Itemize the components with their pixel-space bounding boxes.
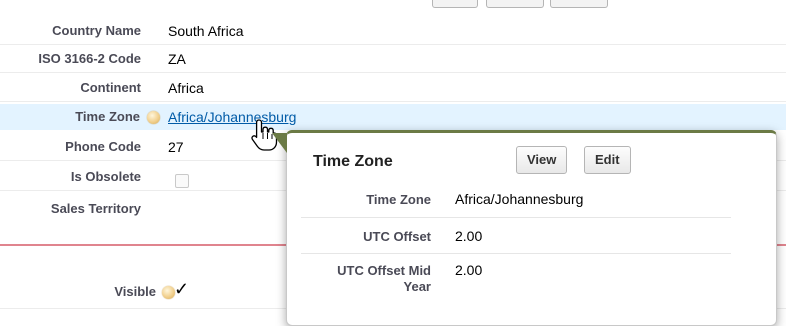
popup-field-label: Time Zone [366, 192, 431, 207]
field-value: South Africa [168, 23, 244, 39]
field-label: ISO 3166-2 Code [38, 51, 141, 66]
field-value: ZA [168, 51, 186, 67]
time-zone-hover-popup: Time Zone View Edit Time Zone Africa/Joh… [272, 130, 777, 326]
popup-title: Time Zone [313, 153, 393, 170]
field-label: Time Zone [75, 109, 140, 124]
popup-pointer [272, 133, 287, 153]
divider [301, 253, 731, 254]
divider [0, 101, 786, 102]
field-row-continent: Continent Africa [0, 75, 786, 101]
field-label: Is Obsolete [70, 169, 141, 184]
field-value: Africa [168, 80, 204, 96]
popup-field-value: 2.00 [455, 228, 483, 244]
field-value: 27 [168, 139, 184, 155]
top-button[interactable] [432, 0, 478, 8]
divider [0, 72, 786, 73]
field-row-time-zone: Time Zone Africa/Johannesburg [0, 104, 786, 130]
field-label: Country Name [52, 23, 141, 38]
popup-field-label: UTC Offset Mid Year [337, 263, 431, 294]
field-label: Visible [114, 284, 156, 299]
view-button[interactable]: View [516, 146, 568, 174]
field-row-country-name: Country Name South Africa [0, 18, 786, 44]
field-label: Sales Territory [50, 201, 141, 216]
field-label: Continent [80, 80, 141, 95]
popup-field-value: 2.00 [455, 262, 483, 278]
field-label: Phone Code [65, 139, 141, 154]
divider [301, 217, 731, 218]
is-obsolete-checkbox [175, 174, 189, 188]
top-button[interactable] [550, 0, 608, 8]
popup-field-value: Africa/Johannesburg [455, 191, 584, 207]
popup-field-label: UTC Offset [363, 229, 431, 244]
divider [0, 44, 786, 45]
edit-button[interactable]: Edit [584, 146, 631, 174]
visible-checkmark-icon: ✓ [174, 279, 190, 299]
top-button[interactable] [486, 0, 544, 8]
field-row-iso-code: ISO 3166-2 Code ZA [0, 46, 786, 72]
help-icon[interactable] [147, 111, 160, 124]
